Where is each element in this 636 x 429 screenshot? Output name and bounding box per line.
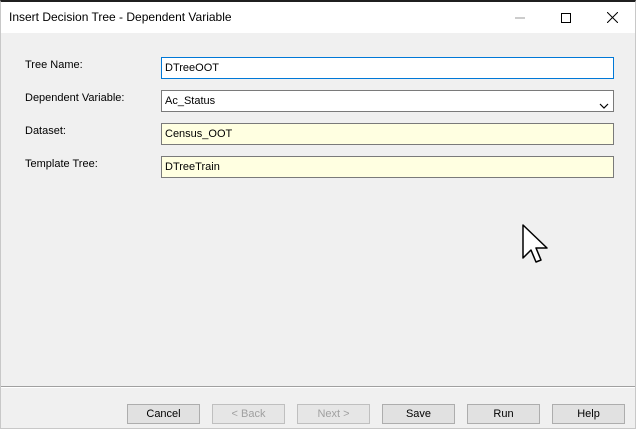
dependent-variable-value: Ac_Status: [165, 95, 216, 107]
template-tree-field[interactable]: DTreeTrain: [161, 156, 614, 178]
tree-name-label: Tree Name:: [25, 59, 83, 71]
mouse-pointer-icon: [522, 224, 550, 271]
help-button[interactable]: Help: [552, 404, 625, 424]
minimize-icon: [515, 13, 525, 23]
dialog-window: Insert Decision Tree - Dependent Variabl…: [0, 0, 636, 429]
close-button[interactable]: [589, 2, 635, 33]
title-bar[interactable]: Insert Decision Tree - Dependent Variabl…: [1, 2, 635, 33]
window-title: Insert Decision Tree - Dependent Variabl…: [9, 10, 232, 24]
dataset-field[interactable]: Census_OOT: [161, 123, 614, 145]
save-button[interactable]: Save: [382, 404, 455, 424]
next-button[interactable]: Next >: [297, 404, 370, 424]
dependent-variable-label: Dependent Variable:: [25, 92, 125, 104]
maximize-icon: [561, 12, 571, 23]
run-button[interactable]: Run: [467, 404, 540, 424]
tree-name-input[interactable]: DTreeOOT: [161, 57, 614, 79]
minimize-button[interactable]: [497, 2, 543, 33]
dataset-label: Dataset:: [25, 125, 66, 137]
footer-divider-highlight: [1, 387, 635, 388]
cancel-button[interactable]: Cancel: [127, 404, 200, 424]
back-button[interactable]: < Back: [212, 404, 285, 424]
dependent-variable-select[interactable]: Ac_Status: [161, 90, 614, 112]
chevron-down-icon[interactable]: [599, 97, 609, 111]
maximize-button[interactable]: [543, 2, 589, 33]
close-icon: [606, 12, 618, 23]
template-tree-label: Template Tree:: [25, 158, 98, 170]
